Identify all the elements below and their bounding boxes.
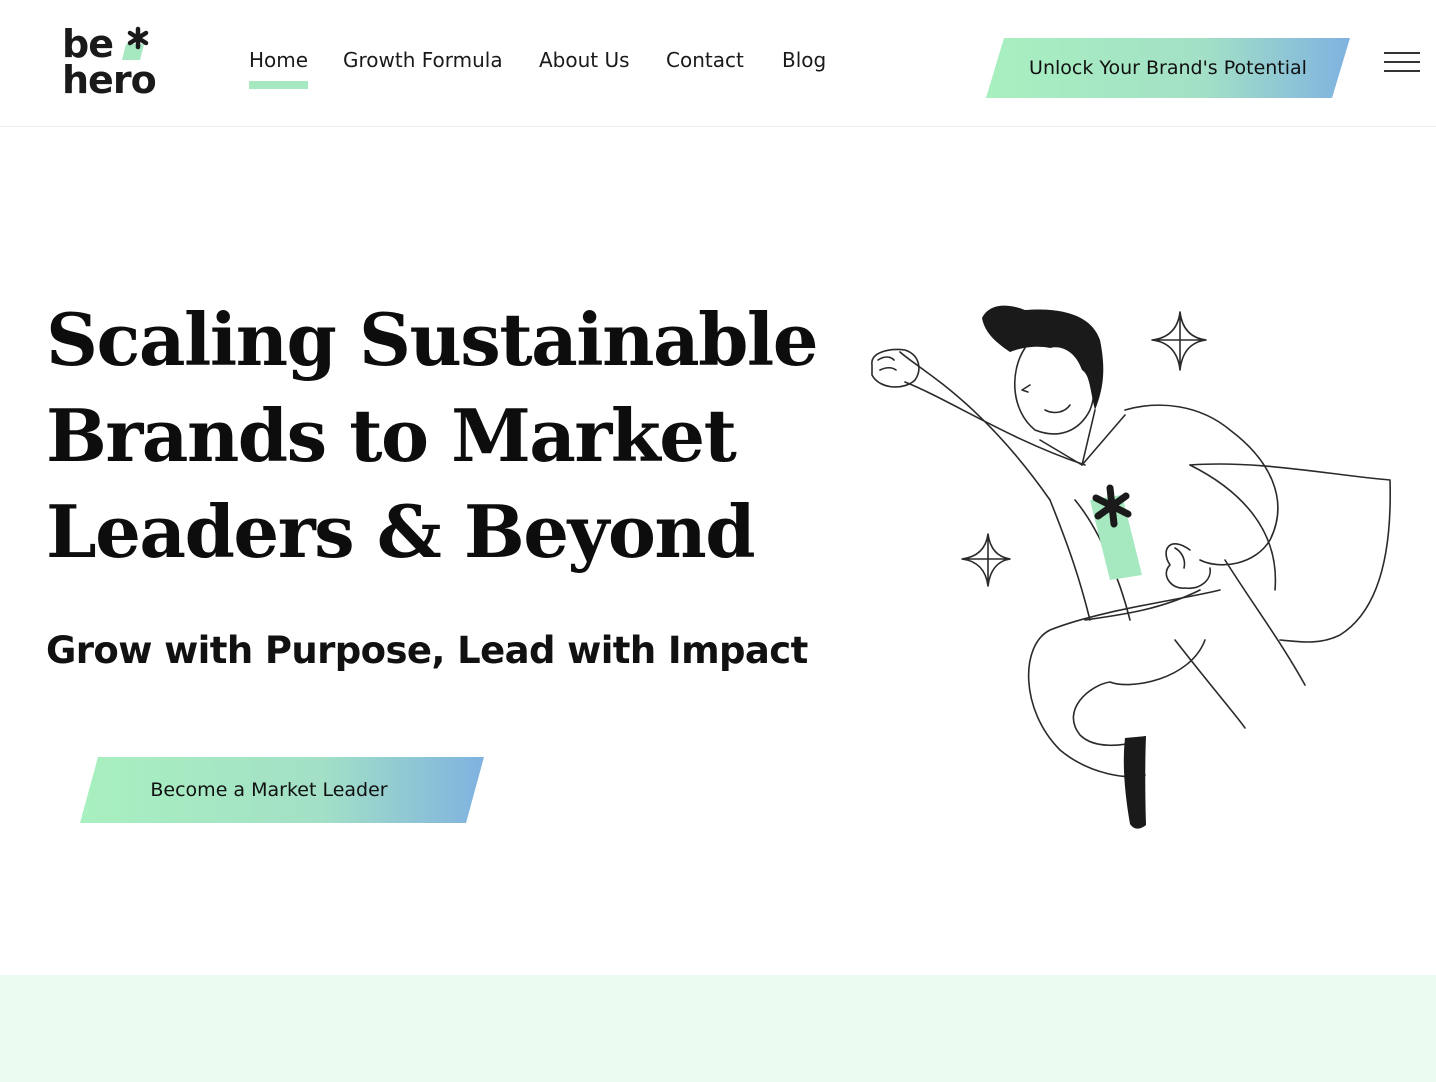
logo-text-hero: hero: [62, 58, 157, 102]
hero-title: Scaling Sustainable Brands to Market Lea…: [46, 292, 826, 580]
unlock-potential-button[interactable]: Unlock Your Brand's Potential: [986, 38, 1350, 98]
nav-item-blog[interactable]: Blog: [782, 48, 826, 72]
nav-item-label: Contact: [666, 48, 744, 72]
nav-item-label: About Us: [539, 48, 630, 72]
become-market-leader-button[interactable]: Become a Market Leader: [80, 757, 484, 823]
hero-title-line-3: Leaders & Beyond: [46, 489, 756, 574]
next-section-band: [0, 975, 1436, 1082]
active-nav-underline: [249, 81, 309, 89]
nav-item-growth-formula[interactable]: Growth Formula: [343, 48, 503, 72]
nav-item-home[interactable]: Home: [249, 48, 309, 89]
hamburger-menu-icon[interactable]: [1384, 50, 1420, 76]
hero-title-line-2: Brands to Market: [46, 393, 737, 478]
site-header: be hero Home Growth Formula About Us Con…: [0, 0, 1436, 127]
unlock-potential-label: Unlock Your Brand's Potential: [1029, 57, 1307, 79]
hero-title-line-1: Scaling Sustainable: [46, 297, 819, 382]
behero-logo[interactable]: be hero: [62, 22, 162, 102]
logo-text-be: be: [62, 22, 114, 66]
nav-item-label: Blog: [782, 48, 827, 72]
nav-item-label: Home: [249, 48, 309, 72]
nav-item-about-us[interactable]: About Us: [539, 48, 630, 72]
hero-subtitle: Grow with Purpose, Lead with Impact: [46, 629, 808, 672]
nav-item-label: Growth Formula: [343, 48, 503, 72]
asterisk-logo-icon: [122, 26, 149, 60]
nav-item-contact[interactable]: Contact: [666, 48, 744, 72]
superhero-illustration-icon: [871, 305, 1392, 829]
become-market-leader-label: Become a Market Leader: [150, 779, 388, 801]
